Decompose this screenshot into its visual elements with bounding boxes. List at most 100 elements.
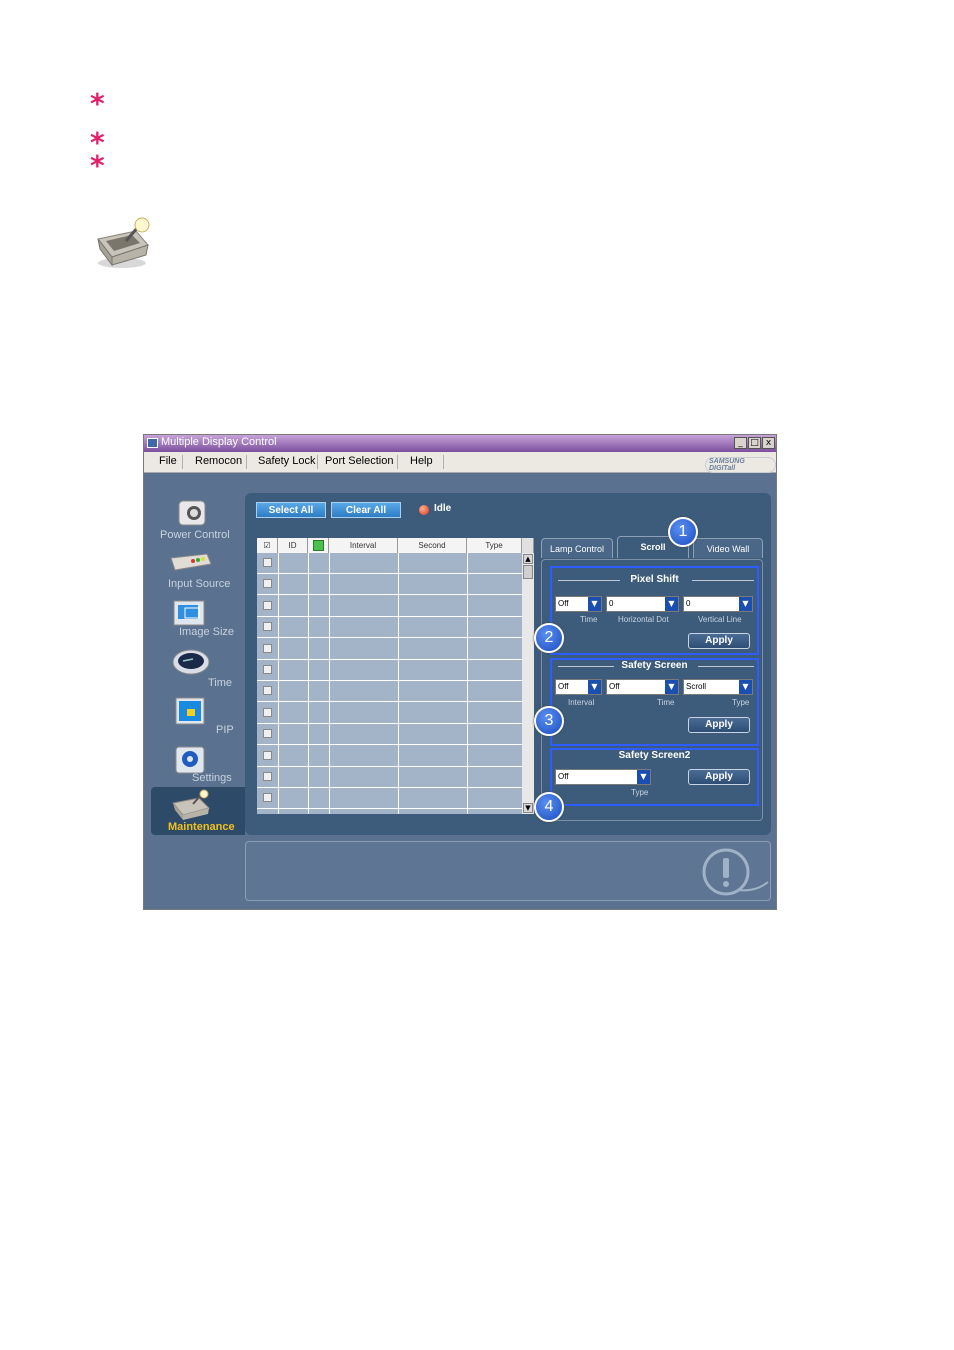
menu-separator [182,455,183,469]
column-header-interval[interactable]: Interval [329,538,398,553]
grid-divider [278,553,279,814]
tab-video-wall[interactable]: Video Wall [693,538,763,558]
row-checkbox[interactable] [263,729,272,739]
table-row[interactable] [257,574,522,596]
select-all-button[interactable]: Select All [256,502,326,518]
pixel-shift-apply-button[interactable]: Apply [688,633,750,649]
row-checkbox[interactable] [263,558,272,567]
grid-divider [329,553,330,814]
column-header-power[interactable] [308,538,329,553]
column-header-id[interactable]: ID [278,538,308,553]
display-grid: ☑ ID Interval Second Type ▲ ▼ [257,538,534,814]
chevron-down-icon[interactable]: ▼ [665,597,678,611]
menu-remocon[interactable]: Remocon [195,455,242,467]
row-checkbox[interactable] [263,643,272,653]
row-checkbox[interactable] [263,772,272,781]
callout-badge: 1 [668,517,698,547]
maintenance-icon [172,789,210,820]
clear-all-button[interactable]: Clear All [331,502,401,518]
sidebar-item-image-size[interactable]: Image Size [151,598,245,646]
input-source-icon [170,553,212,571]
title-bar[interactable]: Multiple Display Control _ □ x [144,435,776,452]
grid-scrollbar[interactable]: ▲ ▼ [522,553,534,814]
time-label: Time [657,698,675,707]
column-header-select[interactable]: ☑ [257,538,278,553]
table-row[interactable] [257,553,522,574]
vertical-line-select[interactable]: 0 ▼ [683,596,753,612]
sidebar-item-label: Image Size [179,626,235,638]
column-header-spacer [522,538,534,553]
safety-time-select[interactable]: Off ▼ [606,679,679,695]
table-row[interactable] [257,767,522,788]
table-row[interactable] [257,788,522,810]
chevron-down-icon[interactable]: ▼ [637,770,650,784]
safety-screen-apply-button[interactable]: Apply [688,717,750,733]
type-label: Type [631,788,649,797]
chevron-down-icon[interactable]: ▼ [588,597,601,611]
table-row[interactable] [257,703,522,724]
sidebar-item-time[interactable]: Time [151,647,245,695]
table-row[interactable] [257,746,522,767]
select-value: 0 [609,599,614,608]
chevron-down-icon[interactable]: ▼ [739,680,752,694]
row-checkbox[interactable] [263,686,272,696]
row-checkbox[interactable] [263,665,272,674]
sidebar-item-label: Settings [192,772,232,784]
clock-icon [172,649,210,675]
safety-screen2-apply-button[interactable]: Apply [688,769,750,785]
pixel-shift-title: Pixel Shift [630,574,679,585]
minimize-button[interactable]: _ [734,437,747,449]
sidebar-item-settings[interactable]: Settings [151,744,245,792]
menu-separator [246,455,247,469]
scroll-down-icon[interactable]: ▼ [523,803,533,813]
table-row[interactable] [257,660,522,681]
column-header-second[interactable]: Second [398,538,467,553]
app-window: Multiple Display Control _ □ x File Remo… [143,434,777,910]
chevron-down-icon[interactable]: ▼ [588,680,601,694]
status-text: Idle [434,503,452,514]
row-checkbox[interactable] [263,793,272,803]
callout-badge: 4 [534,792,564,822]
tab-lamp-control[interactable]: Lamp Control [541,538,613,558]
sidebar-item-maintenance[interactable]: Maintenance [151,787,245,835]
row-checkbox[interactable] [263,622,272,632]
message-area [245,841,771,901]
maximize-button[interactable]: □ [748,437,761,449]
chevron-down-icon[interactable]: ▼ [739,597,752,611]
scroll-thumb[interactable] [523,565,533,579]
grid-divider [398,553,399,814]
safety-interval-select[interactable]: Off ▼ [555,679,602,695]
table-row[interactable] [257,681,522,703]
menu-file[interactable]: File [159,455,177,467]
chevron-down-icon[interactable]: ▼ [665,680,678,694]
row-checkbox[interactable] [263,707,272,717]
table-row[interactable] [257,596,522,617]
scroll-up-icon[interactable]: ▲ [523,554,533,564]
menu-separator [443,455,444,469]
select-value: Off [609,682,620,691]
sidebar-item-input-source[interactable]: Input Source [151,550,245,598]
horizontal-dot-select[interactable]: 0 ▼ [606,596,679,612]
menu-safety-lock[interactable]: Safety Lock [258,455,315,467]
safety-type-select[interactable]: Scroll ▼ [683,679,753,695]
table-row[interactable] [257,617,522,639]
window-title: Multiple Display Control [161,436,277,448]
sidebar-item-power-control[interactable]: Power Control [151,497,245,545]
select-value: 0 [686,599,691,608]
menu-port-selection[interactable]: Port Selection [325,455,393,467]
safety-screen2-type-select[interactable]: Off ▼ [555,769,651,785]
close-button[interactable]: x [762,437,775,449]
row-checkbox[interactable] [263,750,272,760]
table-row[interactable] [257,724,522,746]
grid-divider [308,553,309,814]
grid-divider [467,553,468,814]
row-checkbox[interactable] [263,600,272,610]
row-checkbox[interactable] [263,579,272,589]
table-row[interactable] [257,639,522,660]
sidebar-item-pip[interactable]: PIP [151,695,245,743]
select-value: Off [558,682,569,691]
menu-help[interactable]: Help [410,455,433,467]
sidebar-item-label: Maintenance [168,821,235,833]
pixel-shift-time-select[interactable]: Off ▼ [555,596,602,612]
column-header-type[interactable]: Type [467,538,522,553]
